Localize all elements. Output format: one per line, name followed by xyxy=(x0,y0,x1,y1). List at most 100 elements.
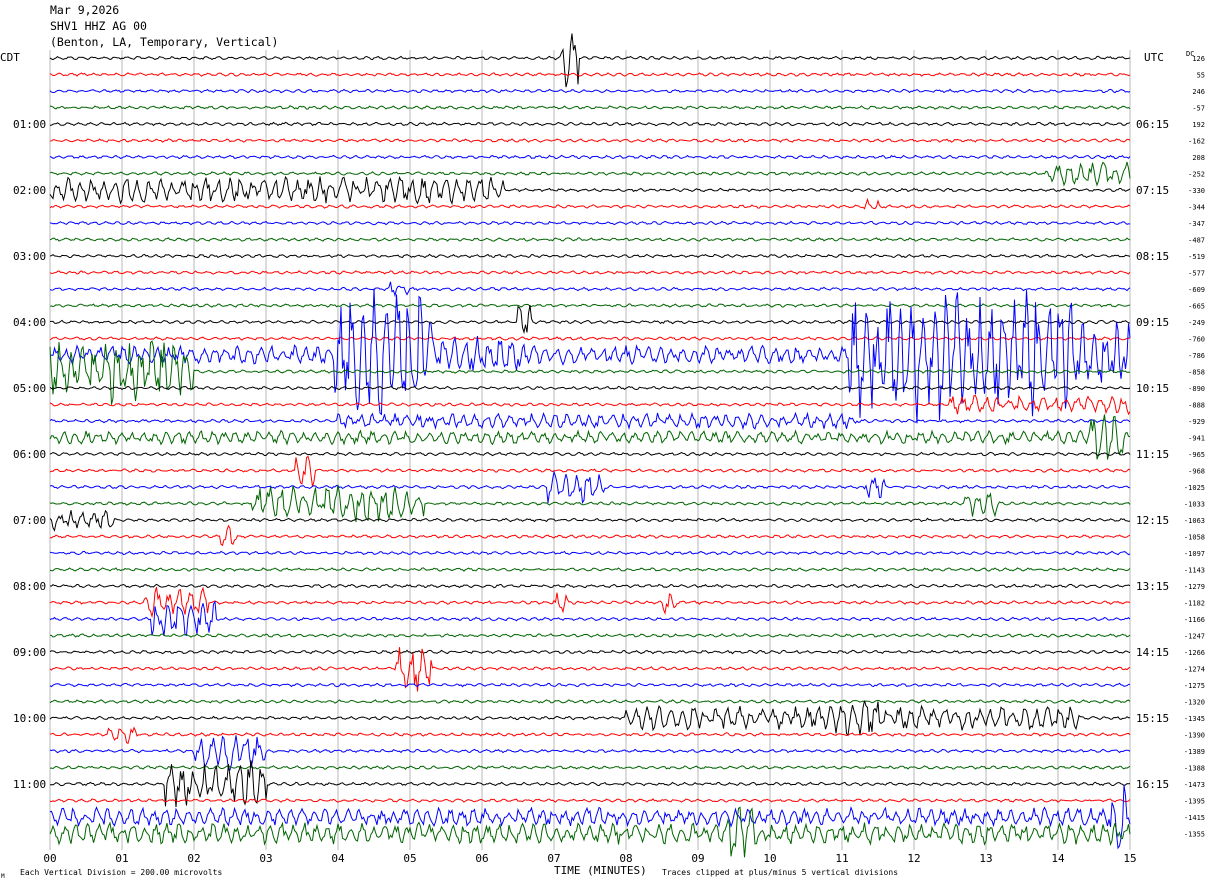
trace-row-10 xyxy=(49,220,1131,226)
clip-note: Traces clipped at plus/minus 5 vertical … xyxy=(662,868,898,877)
trace-row-41 xyxy=(49,726,1131,745)
dc-offset-label: 192 xyxy=(1192,121,1205,129)
dc-offset-label: -888 xyxy=(1188,402,1205,410)
right-time-label: 12:15 xyxy=(1136,514,1169,527)
trace-row-45 xyxy=(49,798,1131,803)
dc-offset-label: 246 xyxy=(1192,88,1205,96)
dc-offset-label: -1166 xyxy=(1184,616,1205,624)
trace-row-16 xyxy=(49,305,1131,335)
dc-offset-label: -1063 xyxy=(1184,517,1205,525)
x-tick-label: 04 xyxy=(331,852,345,865)
x-tick-label: 13 xyxy=(979,852,992,865)
trace-row-6 xyxy=(49,154,1131,160)
dc-offset-label: -1390 xyxy=(1184,732,1205,740)
dc-offset-label: -1388 xyxy=(1184,765,1205,773)
dc-offset-label: -1266 xyxy=(1184,649,1205,657)
right-time-label: 14:15 xyxy=(1136,646,1169,659)
left-time-label: 05:00 xyxy=(13,382,46,395)
dc-offset-label: -330 xyxy=(1188,187,1205,195)
trace-row-31 xyxy=(49,567,1131,572)
dc-offset-label: -965 xyxy=(1188,451,1205,459)
right-time-label: 06:15 xyxy=(1136,118,1169,131)
dc-offset-label: -609 xyxy=(1188,286,1205,294)
x-tick-label: 01 xyxy=(115,852,128,865)
dc-offset-label: -1395 xyxy=(1184,798,1205,806)
trace-row-39 xyxy=(49,699,1131,704)
right-time-label: 07:15 xyxy=(1136,184,1169,197)
trace-row-18 xyxy=(49,288,1131,424)
dc-offset-label: -249 xyxy=(1188,319,1205,327)
dc-offset-label: -941 xyxy=(1188,435,1205,443)
dc-offset-label: 55 xyxy=(1197,72,1205,80)
left-time-label: 11:00 xyxy=(13,778,46,791)
right-time-label: 09:15 xyxy=(1136,316,1169,329)
x-tick-label: 10 xyxy=(763,852,776,865)
trace-row-15 xyxy=(49,303,1131,308)
left-zone-label: CDT xyxy=(0,51,20,64)
dc-offset-label: -57 xyxy=(1192,105,1205,113)
left-time-label: 04:00 xyxy=(13,316,46,329)
corner-mark: M xyxy=(1,873,5,880)
dc-offset-label: -1320 xyxy=(1184,699,1205,707)
x-tick-label: 05 xyxy=(403,852,416,865)
dc-offset-label: -760 xyxy=(1188,336,1205,344)
trace-row-4 xyxy=(49,121,1131,127)
right-time-label: 10:15 xyxy=(1136,382,1169,395)
left-time-label: 01:00 xyxy=(13,118,46,131)
dc-offset-label: -1143 xyxy=(1184,567,1205,575)
left-time-label: 07:00 xyxy=(13,514,46,527)
right-time-label: 16:15 xyxy=(1136,778,1169,791)
dc-offset-label: -344 xyxy=(1188,204,1205,212)
dc-offset-label: -968 xyxy=(1188,468,1205,476)
dc-offset-label: -252 xyxy=(1188,171,1205,179)
trace-row-3 xyxy=(49,105,1131,110)
left-time-label: 03:00 xyxy=(13,250,46,263)
minute-grid xyxy=(49,50,1131,850)
utc-time-labels: 06:15 07:15 08:15 09:15 10:15 11:15 12:15 13:15… xyxy=(1136,118,1169,791)
dc-offset-label: -890 xyxy=(1188,385,1205,393)
dc-offset-label: -1274 xyxy=(1184,666,1205,674)
dc-offset-label: -1058 xyxy=(1184,534,1205,542)
trace-row-33 xyxy=(49,586,1131,619)
scale-note: Each Vertical Division = 200.00 microvol… xyxy=(20,868,222,877)
dc-offset-label: -1389 xyxy=(1184,748,1205,756)
x-tick-label: 02 xyxy=(187,852,200,865)
dc-offset-labels: 12655246-57192-162208-252-330-344-347-48… xyxy=(1184,55,1205,839)
trace-row-27 xyxy=(49,484,1131,523)
trace-row-19 xyxy=(49,340,1131,405)
cdt-time-labels: 01:00 02:00 03:00 04:00 05:00 06:00 07:00 08:00… xyxy=(13,118,46,791)
trace-row-43 xyxy=(49,765,1131,770)
dc-offset-label: -1345 xyxy=(1184,715,1205,723)
dc-offset-label: -1279 xyxy=(1184,583,1205,591)
right-zone-label: UTC xyxy=(1144,51,1164,64)
trace-row-0 xyxy=(49,33,1131,88)
trace-row-28 xyxy=(49,509,1131,532)
trace-row-12 xyxy=(49,253,1131,259)
trace-row-9 xyxy=(49,197,1131,210)
trace-row-20 xyxy=(49,385,1131,391)
trace-row-32 xyxy=(49,583,1131,589)
right-time-label: 15:15 xyxy=(1136,712,1169,725)
left-time-label: 08:00 xyxy=(13,580,46,593)
dc-offset-label: -858 xyxy=(1188,369,1205,377)
trace-row-26 xyxy=(49,469,1131,504)
helicorder-traces xyxy=(49,33,1131,858)
seismogram-plot: 01:00 02:00 03:00 04:00 05:00 06:00 07:00 08:00… xyxy=(0,33,1205,880)
x-tick-label: 09 xyxy=(691,852,704,865)
dc-offset-label: -1025 xyxy=(1184,484,1205,492)
dc-offset-label: -1355 xyxy=(1184,831,1205,839)
trace-row-30 xyxy=(49,550,1131,556)
x-tick-label: 03 xyxy=(259,852,272,865)
dc-offset-label: -1097 xyxy=(1184,550,1205,558)
dc-offset-label: -1182 xyxy=(1184,600,1205,608)
x-tick-label: 11 xyxy=(835,852,848,865)
dc-header-label: DC xyxy=(1186,50,1194,58)
x-axis-label: TIME (MINUTES) xyxy=(554,864,647,877)
dc-offset-label: -347 xyxy=(1188,220,1205,228)
dc-offset-label: 208 xyxy=(1192,154,1205,162)
trace-row-47 xyxy=(49,806,1131,858)
right-time-label: 08:15 xyxy=(1136,250,1169,263)
dc-offset-label: -1033 xyxy=(1184,501,1205,509)
dc-offset-label: -577 xyxy=(1188,270,1205,278)
x-tick-label: 15 xyxy=(1123,852,1136,865)
